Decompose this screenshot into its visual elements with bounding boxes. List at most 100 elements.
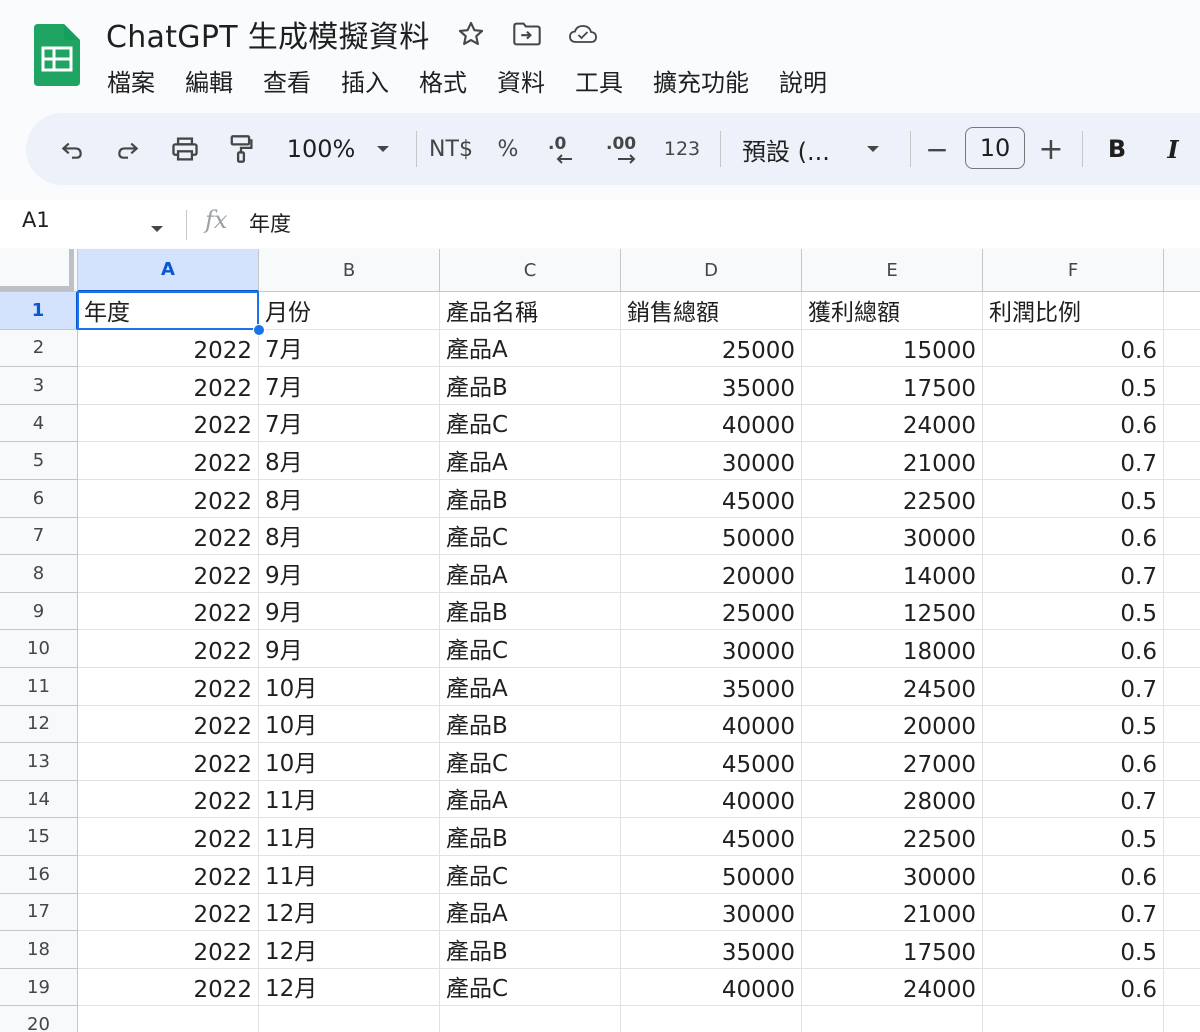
row-header-12[interactable]: 12 (0, 705, 78, 744)
cell-d8[interactable]: 20000 (621, 555, 802, 593)
cell-b19[interactable]: 12月 (259, 968, 440, 1007)
cell-c3[interactable]: 產品B (440, 367, 621, 405)
cell-a4[interactable]: 2022 (78, 404, 259, 443)
row-header-10[interactable]: 10 (0, 630, 78, 668)
font-size-input[interactable]: 10 (965, 127, 1025, 169)
zoom-select[interactable]: 100% (282, 113, 360, 185)
cell-d19[interactable]: 40000 (621, 968, 802, 1007)
increase-font-size-button[interactable]: + (1038, 113, 1064, 185)
cell-e14[interactable]: 28000 (802, 780, 983, 819)
cell-b12[interactable]: 10月 (259, 705, 440, 744)
cell-c20[interactable] (440, 1006, 621, 1032)
cell-f18[interactable]: 0.5 (983, 931, 1164, 969)
frozen-column-handle[interactable] (69, 249, 74, 291)
cell-c2[interactable]: 產品A (440, 329, 621, 368)
cell-a12[interactable]: 2022 (78, 705, 259, 744)
cell-e8[interactable]: 14000 (802, 555, 983, 593)
decrease-decimal-button[interactable]: .0 (544, 113, 580, 185)
cell-a20[interactable] (78, 1006, 259, 1032)
cell-e10[interactable]: 18000 (802, 630, 983, 668)
row-header-8[interactable]: 8 (0, 555, 78, 593)
cell-a13[interactable]: 2022 (78, 743, 259, 781)
document-title[interactable]: ChatGPT 生成模擬資料 (106, 12, 430, 56)
cell-c5[interactable]: 產品A (440, 442, 621, 480)
cell-d1[interactable]: 銷售總額 (621, 292, 802, 330)
cell-a11[interactable]: 2022 (78, 668, 259, 706)
cell-f13[interactable]: 0.6 (983, 743, 1164, 781)
cell-c4[interactable]: 產品C (440, 404, 621, 443)
cell-f11[interactable]: 0.7 (983, 668, 1164, 706)
cell-e15[interactable]: 22500 (802, 818, 983, 856)
cell-a17[interactable]: 2022 (78, 893, 259, 932)
cell-f15[interactable]: 0.5 (983, 818, 1164, 856)
cell-b15[interactable]: 11月 (259, 818, 440, 856)
cell-c8[interactable]: 產品A (440, 555, 621, 593)
cell-a8[interactable]: 2022 (78, 555, 259, 593)
cell-g8[interactable] (1164, 555, 1200, 593)
row-header-5[interactable]: 5 (0, 442, 78, 480)
cell-f9[interactable]: 0.5 (983, 592, 1164, 631)
row-header-1[interactable]: 1 (0, 292, 78, 330)
cell-b2[interactable]: 7月 (259, 329, 440, 368)
cell-g10[interactable] (1164, 630, 1200, 668)
cell-g16[interactable] (1164, 856, 1200, 894)
more-formats-button[interactable]: 123 (662, 113, 702, 185)
cell-e11[interactable]: 24500 (802, 668, 983, 706)
cell-e6[interactable]: 22500 (802, 480, 983, 518)
cell-g7[interactable] (1164, 518, 1200, 556)
zoom-dropdown-icon[interactable] (372, 113, 394, 185)
cell-c12[interactable]: 產品B (440, 705, 621, 744)
menu-edit[interactable]: 編輯 (185, 63, 233, 98)
cell-d9[interactable]: 25000 (621, 592, 802, 631)
cell-f2[interactable]: 0.6 (983, 329, 1164, 368)
cell-g1[interactable] (1164, 292, 1200, 330)
row-header-6[interactable]: 6 (0, 480, 78, 518)
decrease-font-size-button[interactable]: − (924, 113, 950, 185)
cell-d11[interactable]: 35000 (621, 668, 802, 706)
cell-b13[interactable]: 10月 (259, 743, 440, 781)
cell-d7[interactable]: 50000 (621, 517, 802, 556)
cell-f6[interactable]: 0.5 (983, 480, 1164, 518)
cell-b1[interactable]: 月份 (259, 292, 440, 330)
paint-format-icon[interactable] (224, 113, 258, 185)
row-header-14[interactable]: 14 (0, 780, 78, 819)
cell-d10[interactable]: 30000 (621, 630, 802, 668)
cell-d4[interactable]: 40000 (621, 404, 802, 443)
cell-a14[interactable]: 2022 (78, 780, 259, 819)
cell-c14[interactable]: 產品A (440, 780, 621, 819)
cell-g11[interactable] (1164, 668, 1200, 706)
menu-file[interactable]: 檔案 (107, 63, 155, 98)
redo-icon[interactable] (110, 113, 146, 185)
cell-g6[interactable] (1164, 480, 1200, 518)
cell-f14[interactable]: 0.7 (983, 780, 1164, 819)
cell-a3[interactable]: 2022 (78, 367, 259, 405)
cell-e16[interactable]: 30000 (802, 856, 983, 894)
italic-button[interactable]: I (1158, 113, 1188, 185)
cell-a10[interactable]: 2022 (78, 630, 259, 668)
row-header-19[interactable]: 19 (0, 968, 78, 1007)
cell-d5[interactable]: 30000 (621, 442, 802, 480)
bold-button[interactable]: B (1102, 113, 1132, 185)
cell-a16[interactable]: 2022 (78, 856, 259, 894)
cell-b6[interactable]: 8月 (259, 480, 440, 518)
menu-view[interactable]: 查看 (263, 63, 311, 98)
row-header-4[interactable]: 4 (0, 404, 78, 443)
column-header-d[interactable]: D (621, 249, 802, 292)
cell-g2[interactable] (1164, 330, 1200, 368)
cell-f5[interactable]: 0.7 (983, 442, 1164, 480)
cell-c16[interactable]: 產品C (440, 856, 621, 894)
cell-d20[interactable] (621, 1006, 802, 1032)
menu-help[interactable]: 說明 (779, 63, 827, 98)
column-header-a[interactable]: A (78, 249, 259, 292)
cell-f7[interactable]: 0.6 (983, 517, 1164, 556)
cell-d15[interactable]: 45000 (621, 818, 802, 856)
percent-format-button[interactable]: % (494, 113, 522, 185)
cell-g19[interactable] (1164, 969, 1200, 1007)
menu-data[interactable]: 資料 (497, 63, 545, 98)
name-box-dropdown-icon[interactable] (150, 219, 164, 238)
cell-f10[interactable]: 0.6 (983, 630, 1164, 668)
cell-g18[interactable] (1164, 931, 1200, 969)
cell-a9[interactable]: 2022 (78, 592, 259, 631)
row-header-2[interactable]: 2 (0, 329, 78, 368)
cell-g12[interactable] (1164, 706, 1200, 744)
